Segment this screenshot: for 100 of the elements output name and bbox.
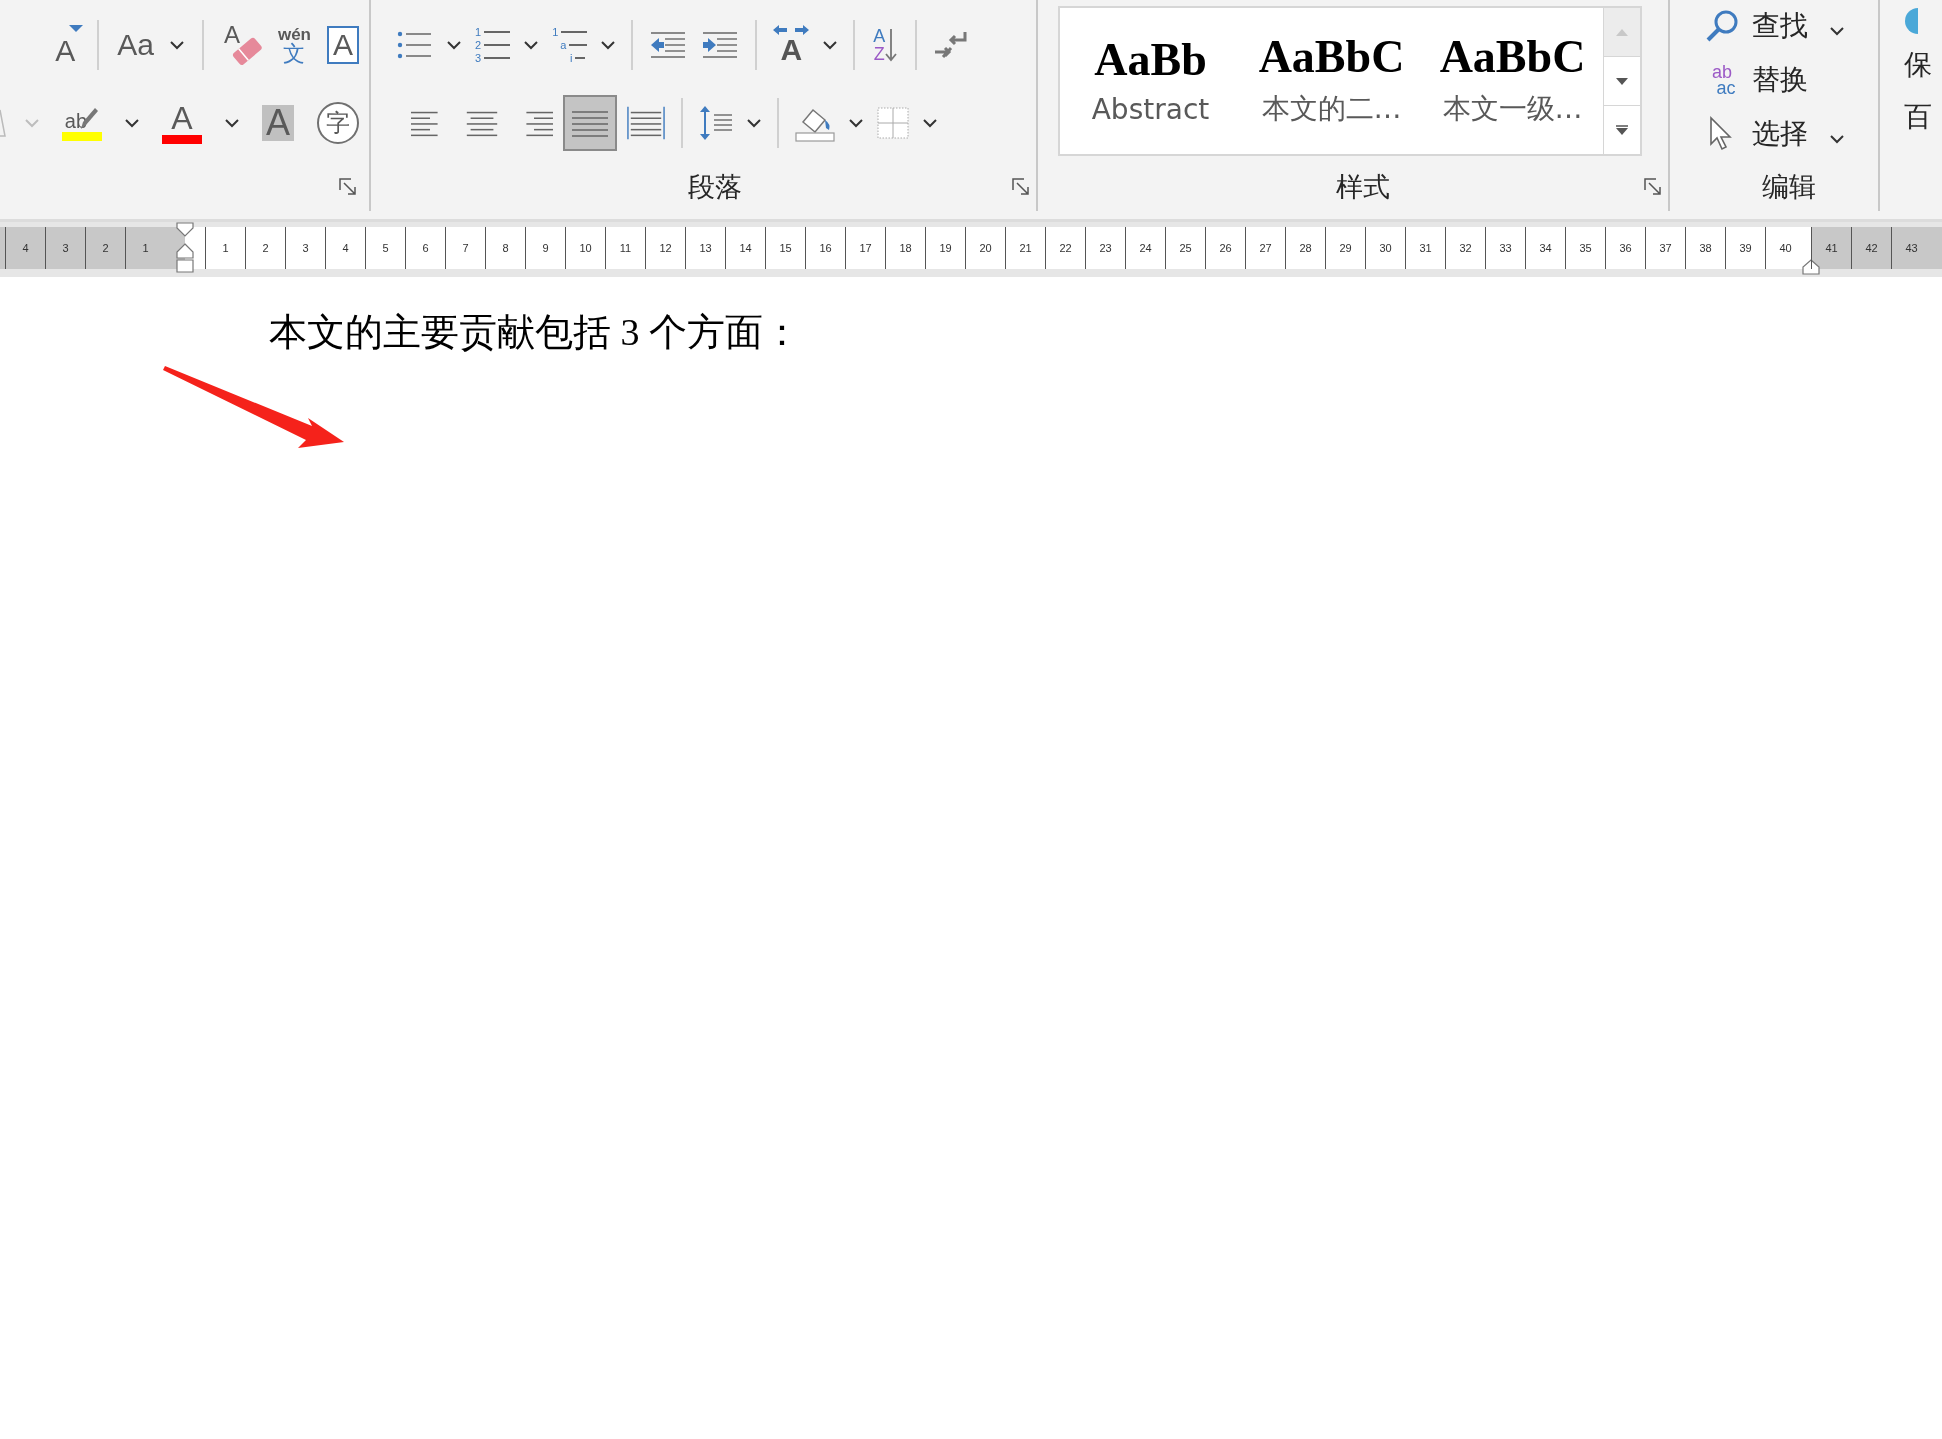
line-spacing-icon — [699, 105, 733, 141]
expand-icon — [1616, 125, 1628, 135]
ruler-number: 3 — [62, 242, 69, 254]
ruler-number: 17 — [859, 242, 872, 254]
ruler-number: 12 — [659, 242, 672, 254]
phonetic-guide-button[interactable]: wén 文 — [273, 21, 315, 69]
ruler-number: 2 — [262, 242, 269, 254]
dropdown-caret-icon — [823, 40, 838, 50]
ruler-number: 22 — [1059, 242, 1072, 254]
ruler-number: 43 — [1905, 242, 1918, 254]
ruler-number: 11 — [619, 242, 632, 254]
ruler-number: 23 — [1099, 242, 1112, 254]
dialog-launcher-icon[interactable] — [1012, 177, 1030, 196]
dropdown-caret-icon — [169, 40, 184, 50]
ruler-number: 35 — [1579, 242, 1592, 254]
ruler-number: 27 — [1259, 242, 1272, 254]
style-item[interactable]: AaBbC 本文一级… — [1422, 8, 1603, 154]
indent-icon — [701, 31, 740, 59]
ruler-number: 37 — [1659, 242, 1672, 254]
triangle-icon — [69, 25, 84, 33]
dropdown-caret-icon — [849, 118, 863, 128]
outdent-icon — [649, 31, 688, 59]
ruler-number: 4 — [342, 242, 349, 254]
ruler-number: 18 — [899, 242, 912, 254]
style-item[interactable]: AaBbC 本文的二… — [1241, 8, 1422, 154]
ruler-number: 34 — [1539, 242, 1552, 254]
borders-grid-icon — [877, 107, 909, 139]
ruler-number: 28 — [1299, 242, 1312, 254]
group-label: 编辑 — [1762, 169, 1816, 204]
dropdown-caret-icon — [524, 40, 539, 50]
text-effects-icon — [0, 108, 6, 138]
find-button[interactable]: 查找 — [1700, 0, 1878, 52]
ruler-number: 8 — [502, 242, 509, 254]
ruler-number: 39 — [1739, 242, 1752, 254]
ruler-number: 26 — [1219, 242, 1232, 254]
ruler-number: 15 — [779, 242, 792, 254]
ruler-number: 19 — [939, 242, 952, 254]
ruler-number: 30 — [1379, 242, 1392, 254]
cursor-icon — [1709, 116, 1735, 152]
sort-button[interactable]: A Z — [867, 21, 904, 69]
button-label[interactable]: 百 — [1904, 98, 1932, 150]
ruler-number: 3 — [302, 242, 309, 254]
multilevel-list-button[interactable]: 1 a i — [548, 21, 592, 69]
ruler-number: 10 — [579, 242, 592, 254]
ruler-number: 6 — [422, 242, 429, 254]
dropdown-caret-icon — [1830, 26, 1844, 36]
asian-layout-button[interactable]: A — [769, 21, 814, 69]
ruler-number: 7 — [462, 242, 469, 254]
ruler-number: 25 — [1179, 242, 1192, 254]
ruler-number: 42 — [1865, 242, 1878, 254]
group-label: 样式 — [1336, 169, 1390, 204]
indent-marker-icon[interactable] — [175, 222, 195, 274]
ruler-number: 31 — [1419, 242, 1432, 254]
down-caret-icon — [1616, 77, 1628, 85]
up-caret-icon — [1616, 28, 1628, 36]
ruler-number: 16 — [819, 242, 832, 254]
return-arrows-icon — [933, 30, 970, 60]
dropdown-caret-icon — [447, 40, 461, 50]
right-indent-marker-icon[interactable] — [1801, 259, 1821, 275]
shrink-font-button[interactable]: A — [47, 21, 84, 69]
ruler-number: 5 — [382, 242, 389, 254]
dropdown-caret-icon — [923, 118, 937, 128]
dialog-launcher-icon[interactable] — [1644, 177, 1662, 196]
ruler-number: 2 — [102, 242, 109, 254]
select-button[interactable]: 选择 — [1700, 108, 1878, 160]
change-case-button[interactable]: Aa — [113, 21, 158, 69]
numbering-button[interactable]: 1 2 3 — [471, 21, 515, 69]
ruler-number: 1 — [142, 242, 149, 254]
ruler-number: 21 — [1019, 242, 1032, 254]
ruler-number: 1 — [222, 242, 229, 254]
ruler-number: 9 — [542, 242, 549, 254]
document-paragraph: 本文的主要贡献包括 3 个方面： — [269, 310, 802, 355]
align-lines-icon — [627, 106, 665, 140]
dialog-launcher-icon[interactable] — [339, 177, 357, 196]
down-arrow-icon — [885, 28, 898, 62]
ruler-number: 40 — [1779, 242, 1792, 254]
bullet-list-icon — [397, 29, 433, 61]
ruler-number: 4 — [22, 242, 29, 254]
dropdown-caret-icon — [124, 118, 139, 128]
ruler-number: 41 — [1825, 242, 1838, 254]
dropdown-caret-icon — [1830, 134, 1844, 144]
dropdown-caret-icon — [747, 118, 761, 128]
dropdown-caret-icon — [224, 118, 239, 128]
ruler-number: 13 — [699, 242, 712, 254]
font-color-button[interactable]: A — [157, 99, 206, 147]
search-icon — [1705, 9, 1739, 43]
ruler-number: 36 — [1619, 242, 1632, 254]
clear-formatting-button[interactable]: A — [217, 21, 266, 69]
ruler-number: 29 — [1339, 242, 1352, 254]
ruler-number: 14 — [739, 242, 752, 254]
dropdown-caret-icon — [25, 118, 39, 128]
ruler-number: 24 — [1139, 242, 1152, 254]
group-label: 段落 — [687, 169, 742, 204]
button-label[interactable]: 保 — [1904, 46, 1932, 98]
ruler-number: 20 — [979, 242, 992, 254]
ruler-number: 32 — [1459, 242, 1472, 254]
ruler-number: 38 — [1699, 242, 1712, 254]
style-item[interactable]: AaBb Abstract — [1060, 8, 1241, 154]
dropdown-caret-icon — [601, 40, 616, 50]
ruler-number: 33 — [1499, 242, 1512, 254]
